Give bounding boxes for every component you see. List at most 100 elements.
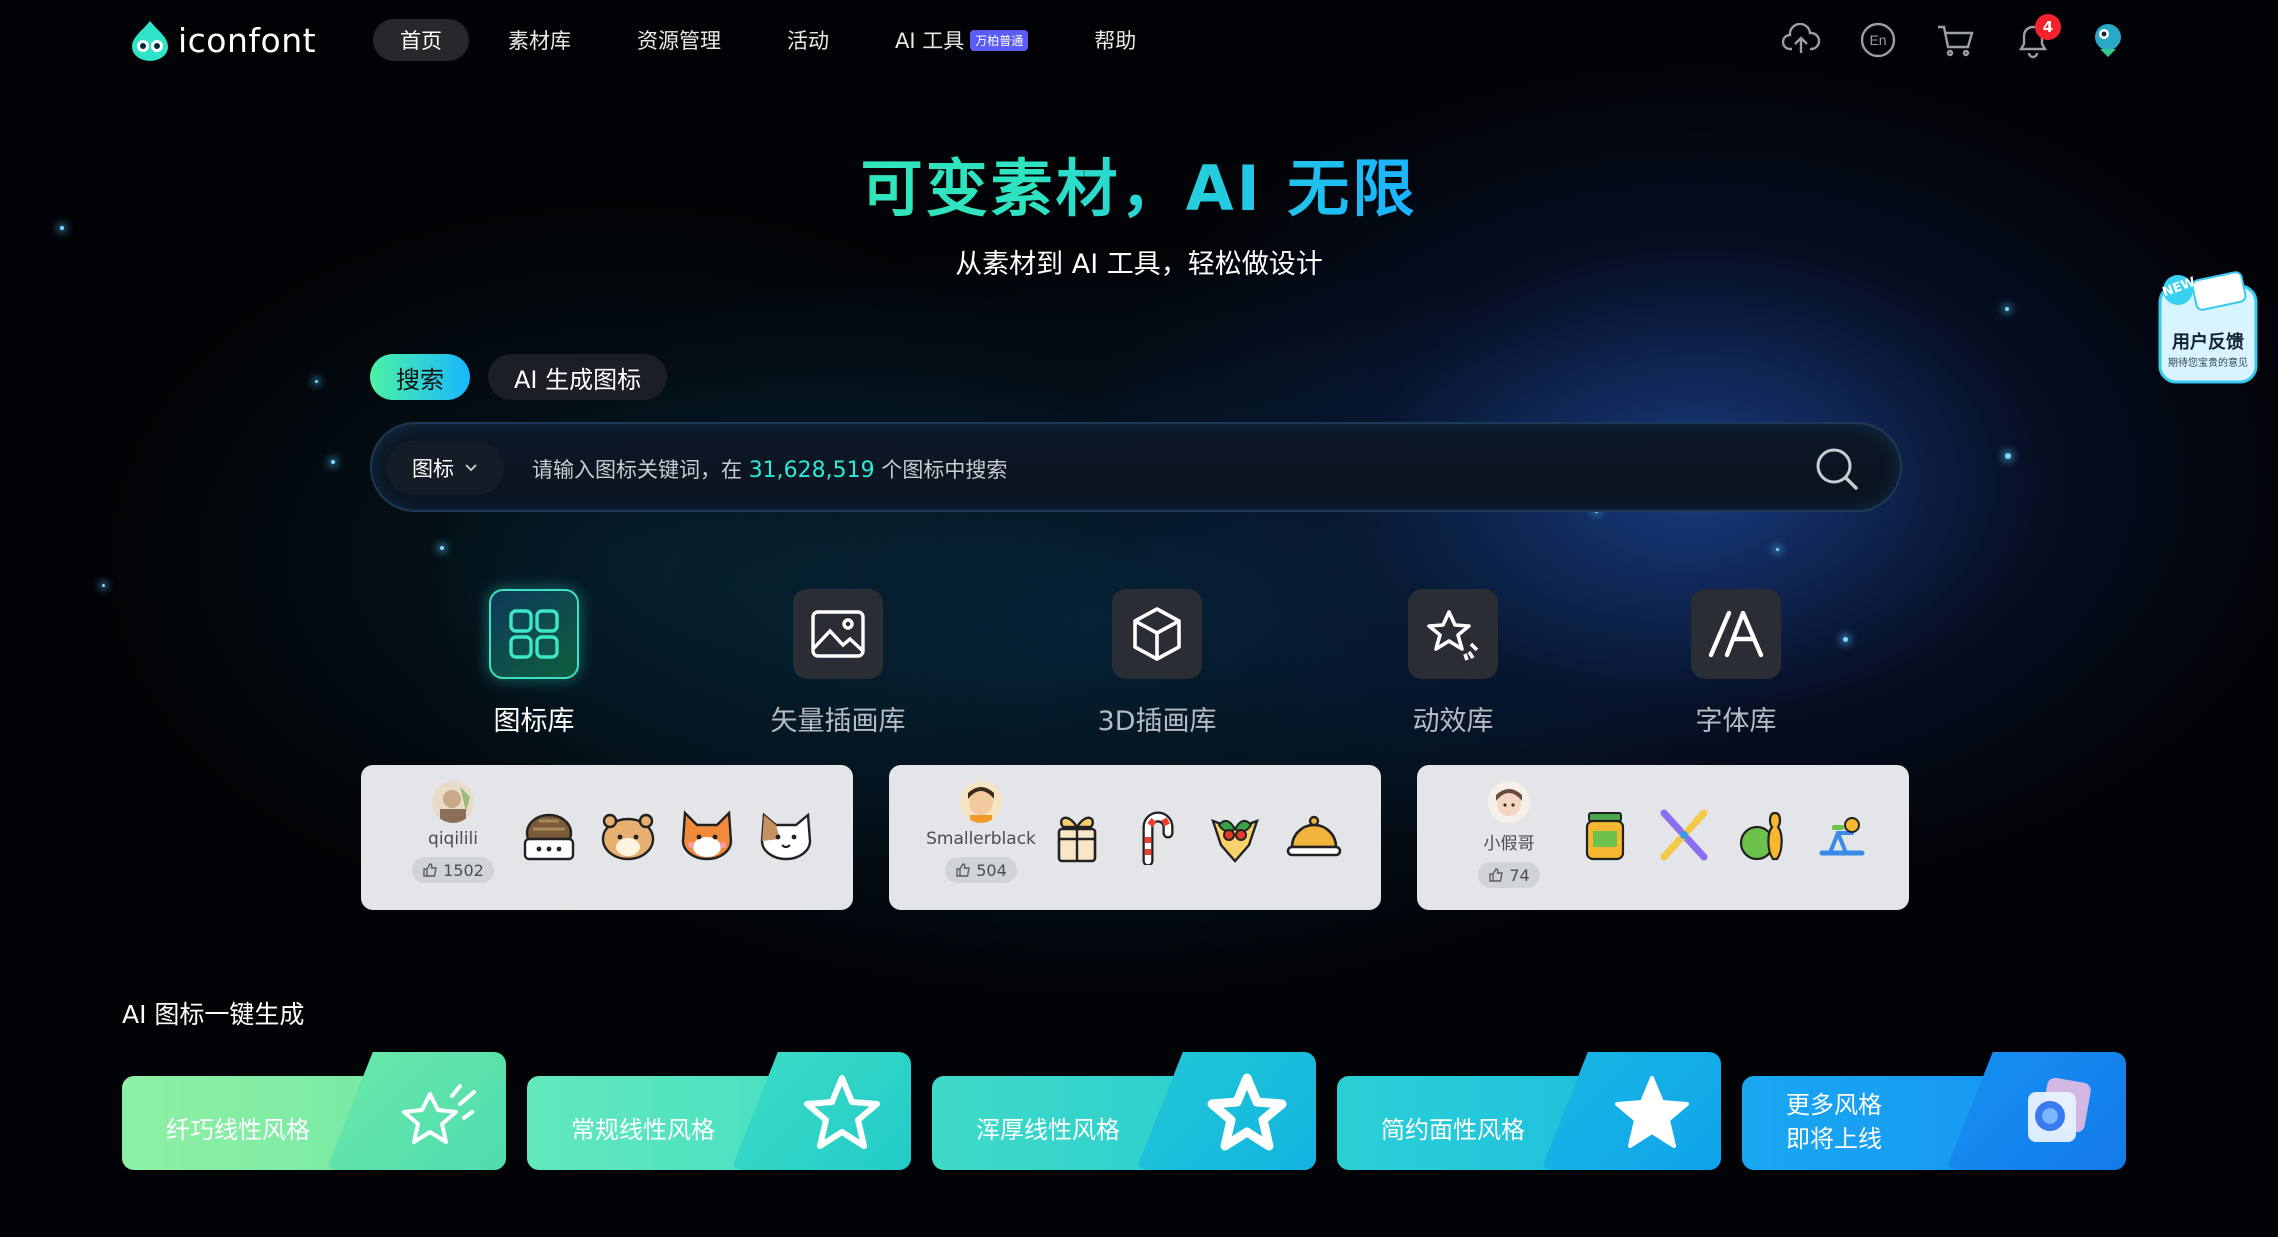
tab-ai-generate-icon[interactable]: AI 生成图标 bbox=[488, 354, 668, 400]
nav-label: AI 工具 bbox=[895, 29, 965, 53]
category-icon-library[interactable]: 图标库 bbox=[444, 589, 624, 738]
logo-text: iconfont bbox=[178, 20, 317, 60]
bowling-icon bbox=[1739, 811, 1783, 861]
search-mode-tabs: 搜索 AI 生成图标 bbox=[370, 354, 685, 400]
ai-style-card-thin-line[interactable]: 纤巧线性风格 bbox=[122, 1052, 506, 1170]
user-avatar[interactable] bbox=[2089, 20, 2129, 60]
font-a-icon bbox=[1691, 589, 1781, 679]
image-icon bbox=[793, 589, 883, 679]
nav-assets[interactable]: 素材库 bbox=[481, 19, 598, 61]
logo-drop-icon bbox=[132, 21, 168, 61]
star-dot bbox=[315, 380, 318, 383]
ai-section-title: AI 图标一键生成 bbox=[122, 1000, 305, 1029]
category-font-library[interactable]: 字体库 bbox=[1646, 589, 1826, 738]
sparkle-star-icon bbox=[1408, 589, 1498, 679]
notification-count-badge: 4 bbox=[2035, 14, 2061, 40]
hero-subtitle: 从素材到 AI 工具，轻松做设计 bbox=[955, 249, 1323, 280]
cart-icon[interactable] bbox=[1935, 20, 1975, 60]
category-label: 动效库 bbox=[1412, 706, 1494, 737]
ai-tools-badge: 万柏普通 bbox=[970, 29, 1029, 51]
filled-star-icon bbox=[1615, 1076, 1689, 1148]
author-info[interactable]: Smallerblack 504 bbox=[925, 781, 1037, 883]
author-avatar bbox=[1488, 781, 1530, 823]
nav-resource-manage[interactable]: 资源管理 bbox=[610, 19, 748, 61]
search-icon[interactable] bbox=[1812, 444, 1862, 494]
author-name: 小假哥 bbox=[1483, 834, 1535, 854]
turtle-icon bbox=[523, 813, 575, 861]
ai-style-card-more-coming[interactable]: 更多风格 即将上线 bbox=[1742, 1052, 2126, 1170]
holly-icon bbox=[1211, 819, 1259, 863]
card-label: 常规线性风格 bbox=[571, 1116, 715, 1144]
icon-preview-row bbox=[1575, 805, 1891, 865]
star-dot bbox=[1843, 637, 1848, 642]
jar-icon bbox=[1585, 812, 1625, 861]
star-dot bbox=[1776, 548, 1779, 551]
star-dot bbox=[2005, 307, 2009, 311]
bell-icon[interactable]: 4 bbox=[2013, 14, 2061, 60]
tab-search[interactable]: 搜索 bbox=[370, 354, 470, 400]
like-count[interactable]: 504 bbox=[945, 857, 1017, 883]
author-name: Smallerblack bbox=[926, 829, 1036, 849]
grid-icon bbox=[489, 589, 579, 679]
language-en-icon[interactable]: En bbox=[1858, 20, 1898, 60]
feedback-subtitle: 期待您宝贵的意见 bbox=[2168, 358, 2248, 369]
nav-help[interactable]: 帮助 bbox=[1067, 19, 1163, 61]
styles-stack-icon bbox=[2028, 1077, 2091, 1142]
cat-icon bbox=[760, 812, 812, 861]
feedback-widget[interactable]: NEW 用户反馈 期待您宝贵的意见 bbox=[2156, 268, 2260, 388]
nav-ai-tools[interactable]: AI 工具 万柏普通 bbox=[868, 19, 1055, 61]
search-type-select[interactable]: 图标 bbox=[386, 441, 504, 495]
nav-label: 素材库 bbox=[508, 29, 571, 53]
hamster-icon bbox=[601, 813, 655, 861]
like-count[interactable]: 74 bbox=[1478, 862, 1540, 888]
feedback-title: 用户反馈 bbox=[2172, 332, 2244, 353]
nav-label: 资源管理 bbox=[637, 29, 721, 53]
shiba-icon bbox=[681, 810, 733, 861]
category-motion-library[interactable]: 动效库 bbox=[1363, 589, 1543, 738]
search-bar: 图标 请输入图标关键词，在 31,628,519 个图标中搜索 bbox=[370, 422, 1902, 512]
icon-preview-row bbox=[1047, 805, 1363, 865]
hero-title: 可变素材，AI 无限 bbox=[0, 138, 2278, 228]
star-dot bbox=[2005, 453, 2011, 459]
ai-style-card-regular-line[interactable]: 常规线性风格 bbox=[527, 1052, 911, 1170]
iconfont-logo[interactable]: iconfont bbox=[128, 18, 316, 62]
thumbs-up-icon bbox=[956, 863, 971, 877]
star-dot bbox=[440, 546, 444, 550]
exercise-bike-icon bbox=[1819, 817, 1865, 856]
category-3d-illustration[interactable]: 3D插画库 bbox=[1067, 589, 1247, 738]
showcase-card[interactable]: Smallerblack 504 bbox=[889, 765, 1381, 910]
tab-label: 搜索 bbox=[396, 365, 444, 394]
cloche-icon bbox=[1286, 815, 1342, 857]
author-info[interactable]: 小假哥 74 bbox=[1453, 781, 1565, 888]
upload-icon[interactable] bbox=[1781, 20, 1821, 60]
card-label-line: 更多风格 bbox=[1786, 1091, 1882, 1119]
thumbs-up-icon bbox=[423, 863, 437, 877]
chevron-down-icon bbox=[465, 464, 477, 472]
like-count[interactable]: 1502 bbox=[412, 857, 494, 883]
icon-preview-row bbox=[519, 805, 835, 865]
candy-cane-icon bbox=[1142, 811, 1174, 865]
author-avatar bbox=[960, 781, 1002, 823]
svg-text:En: En bbox=[1869, 32, 1886, 48]
category-vector-illustration[interactable]: 矢量插画库 bbox=[748, 589, 928, 738]
nav-label: 活动 bbox=[787, 29, 829, 53]
category-label: 矢量插画库 bbox=[770, 706, 906, 737]
top-nav-bar: iconfont 首页 素材库 资源管理 活动 AI 工具 万柏普通 帮助 En … bbox=[0, 0, 2278, 80]
bold-star-icon bbox=[1207, 1073, 1287, 1151]
thin-star-icon bbox=[402, 1084, 476, 1144]
search-input[interactable]: 请输入图标关键词，在 31,628,519 个图标中搜索 bbox=[532, 446, 1732, 492]
ai-style-card-flat-fill[interactable]: 简约面性风格 bbox=[1337, 1052, 1721, 1170]
showcase-card[interactable]: 小假哥 74 bbox=[1417, 765, 1909, 910]
placeholder-suffix: 个图标中搜索 bbox=[881, 458, 1008, 482]
nav-home[interactable]: 首页 bbox=[373, 19, 469, 61]
nav-label: 帮助 bbox=[1094, 29, 1137, 53]
showcase-card[interactable]: qiqilili 1502 bbox=[361, 765, 853, 910]
nav-label: 首页 bbox=[400, 29, 442, 53]
author-info[interactable]: qiqilili 1502 bbox=[397, 781, 509, 883]
star-dot bbox=[102, 584, 105, 587]
nav-activity[interactable]: 活动 bbox=[760, 19, 856, 61]
regular-star-icon bbox=[804, 1075, 880, 1149]
category-label: 字体库 bbox=[1695, 706, 1777, 737]
card-label: 简约面性风格 bbox=[1381, 1116, 1525, 1144]
ai-style-card-bold-line[interactable]: 浑厚线性风格 bbox=[932, 1052, 1316, 1170]
